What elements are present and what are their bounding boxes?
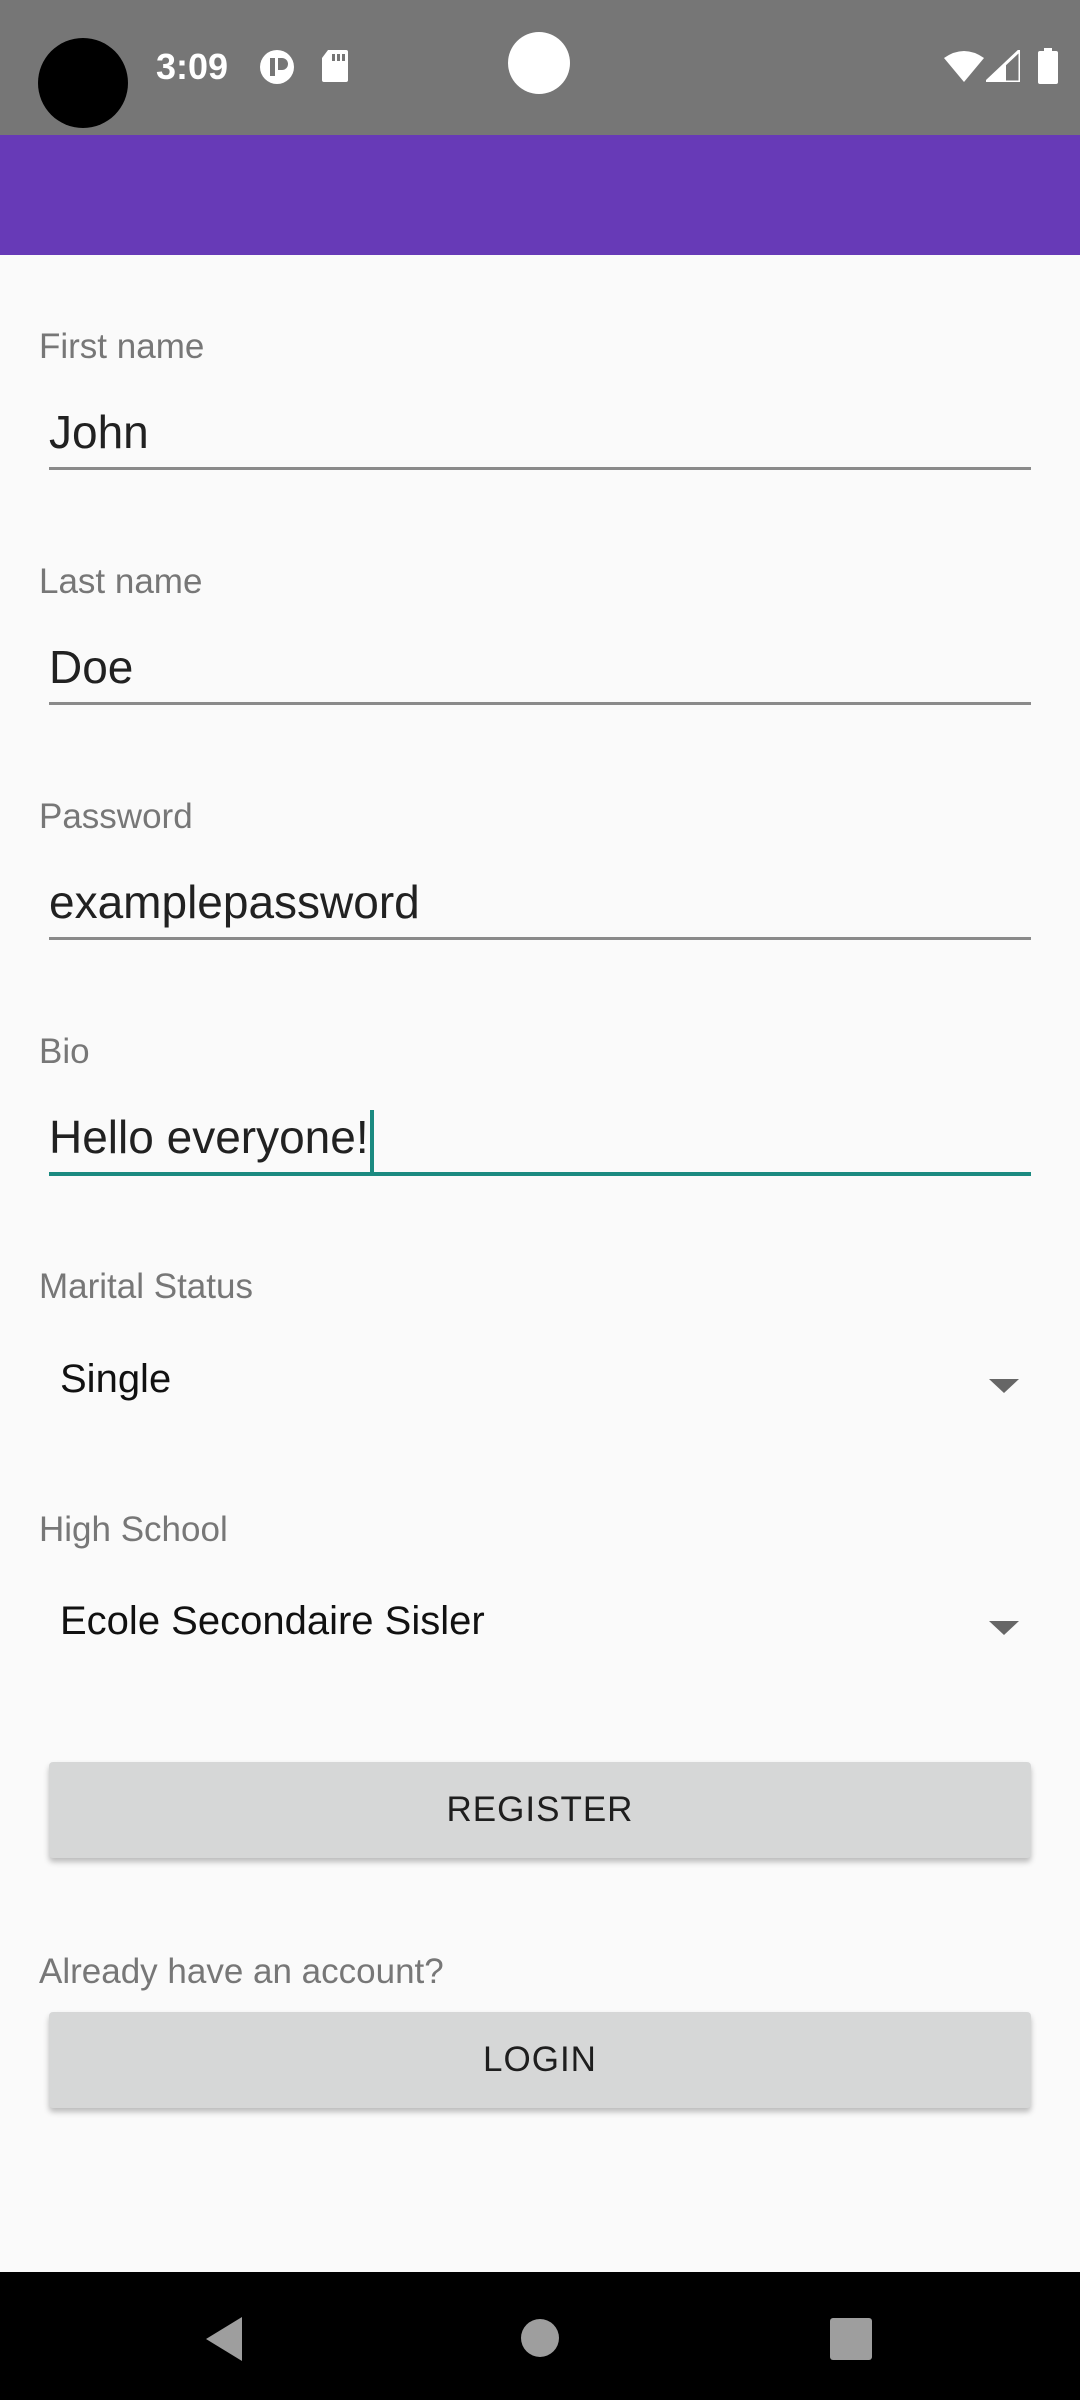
password-label: Password — [39, 797, 193, 836]
nfc-icon — [258, 48, 296, 91]
bio-field[interactable]: Hello everyone! — [49, 1102, 1031, 1176]
high-school-value: Ecole Secondaire Sisler — [60, 1599, 485, 1643]
register-button[interactable]: REGISTER — [49, 1762, 1031, 1858]
dropdown-arrow-icon — [989, 1379, 1019, 1393]
password-field[interactable]: examplepassword — [49, 867, 1031, 940]
login-prompt: Already have an account? — [39, 1952, 444, 1991]
marital-status-dropdown[interactable]: Single — [39, 1347, 1019, 1427]
signal-icon — [982, 46, 1022, 87]
recents-icon[interactable] — [830, 2318, 872, 2365]
high-school-label: High School — [39, 1510, 228, 1549]
login-button[interactable]: LOGIN — [49, 2012, 1031, 2108]
status-time: 3:09 — [156, 46, 229, 87]
home-icon[interactable] — [520, 2318, 560, 2363]
status-bar: 3:09 — [0, 0, 1080, 135]
navigation-bar — [0, 2272, 1080, 2400]
wifi-icon — [944, 50, 984, 87]
battery-icon — [1038, 48, 1058, 89]
dropdown-arrow-icon — [989, 1621, 1019, 1635]
first-name-label: First name — [39, 327, 205, 366]
app-bar — [0, 135, 1080, 255]
status-dot — [508, 32, 570, 94]
registration-form: First name John Last name Doe Password e… — [0, 255, 1080, 2272]
camera-hole — [38, 38, 128, 128]
bio-field-value: Hello everyone! — [49, 1111, 369, 1163]
marital-status-value: Single — [60, 1357, 172, 1401]
marital-status-label: Marital Status — [39, 1267, 253, 1306]
last-name-field[interactable]: Doe — [49, 632, 1031, 705]
sd-card-icon — [320, 48, 350, 89]
first-name-field[interactable]: John — [49, 397, 1031, 470]
high-school-dropdown[interactable]: Ecole Secondaire Sisler — [39, 1589, 1019, 1669]
bio-label: Bio — [39, 1032, 90, 1071]
text-cursor — [369, 1109, 374, 1172]
back-icon[interactable] — [202, 2314, 246, 2369]
last-name-label: Last name — [39, 562, 203, 601]
